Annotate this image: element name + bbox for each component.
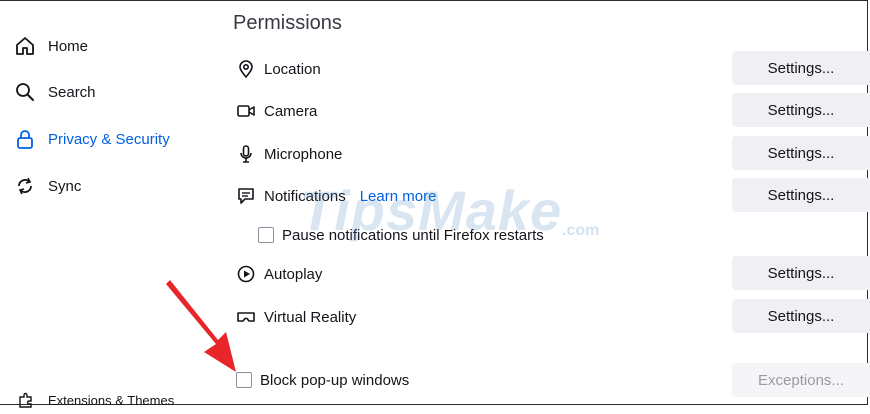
checkbox-label: Block pop-up windows xyxy=(260,371,410,389)
permission-label: Location xyxy=(264,60,321,78)
sync-icon xyxy=(14,175,36,197)
autoplay-settings-button[interactable]: Settings... xyxy=(732,256,870,290)
camera-icon xyxy=(236,101,256,121)
red-arrow-annotation xyxy=(166,280,236,372)
section-title: Permissions xyxy=(233,12,342,34)
popup-exceptions-button[interactable]: Exceptions... xyxy=(732,363,870,397)
permission-label: Virtual Reality xyxy=(264,308,357,326)
sidebar-item-label: Extensions & Themes xyxy=(48,392,175,408)
search-icon xyxy=(14,81,36,103)
permission-row-location: Location xyxy=(236,57,321,81)
sidebar-item-extensions-themes[interactable]: Extensions & Themes xyxy=(18,386,174,414)
sidebar-item-home[interactable]: Home xyxy=(14,32,88,60)
permission-label: Microphone xyxy=(264,145,343,163)
permission-label: Autoplay xyxy=(264,265,323,283)
sidebar-item-sync[interactable]: Sync xyxy=(14,172,81,200)
sidebar-item-label: Sync xyxy=(48,177,82,195)
permission-row-microphone: Microphone xyxy=(236,142,342,166)
lock-icon xyxy=(14,128,36,150)
watermark: TipsMake xyxy=(300,179,563,242)
block-popups-option[interactable]: Block pop-up windows xyxy=(236,370,409,390)
sidebar-item-search[interactable]: Search xyxy=(14,78,96,106)
watermark-suffix: .com xyxy=(562,222,600,239)
permission-row-camera: Camera xyxy=(236,99,317,123)
notifications-settings-button[interactable]: Settings... xyxy=(732,178,870,212)
camera-settings-button[interactable]: Settings... xyxy=(732,93,870,127)
sidebar-item-label: Privacy & Security xyxy=(48,130,170,148)
location-settings-button[interactable]: Settings... xyxy=(732,51,870,85)
sidebar-item-label: Home xyxy=(48,37,89,55)
home-icon xyxy=(14,35,36,57)
notifications-icon xyxy=(236,186,256,206)
pause-notifications-checkbox[interactable] xyxy=(258,227,274,243)
microphone-settings-button[interactable]: Settings... xyxy=(732,136,870,170)
puzzle-icon xyxy=(18,392,34,408)
permission-label: Camera xyxy=(264,102,318,120)
permission-row-virtual-reality: Virtual Reality xyxy=(236,305,356,329)
microphone-icon xyxy=(236,144,256,164)
virtual-reality-settings-button[interactable]: Settings... xyxy=(732,299,870,333)
sidebar-item-label: Search xyxy=(48,83,96,101)
sidebar-item-privacy-security[interactable]: Privacy & Security xyxy=(14,125,170,153)
location-icon xyxy=(236,59,256,79)
